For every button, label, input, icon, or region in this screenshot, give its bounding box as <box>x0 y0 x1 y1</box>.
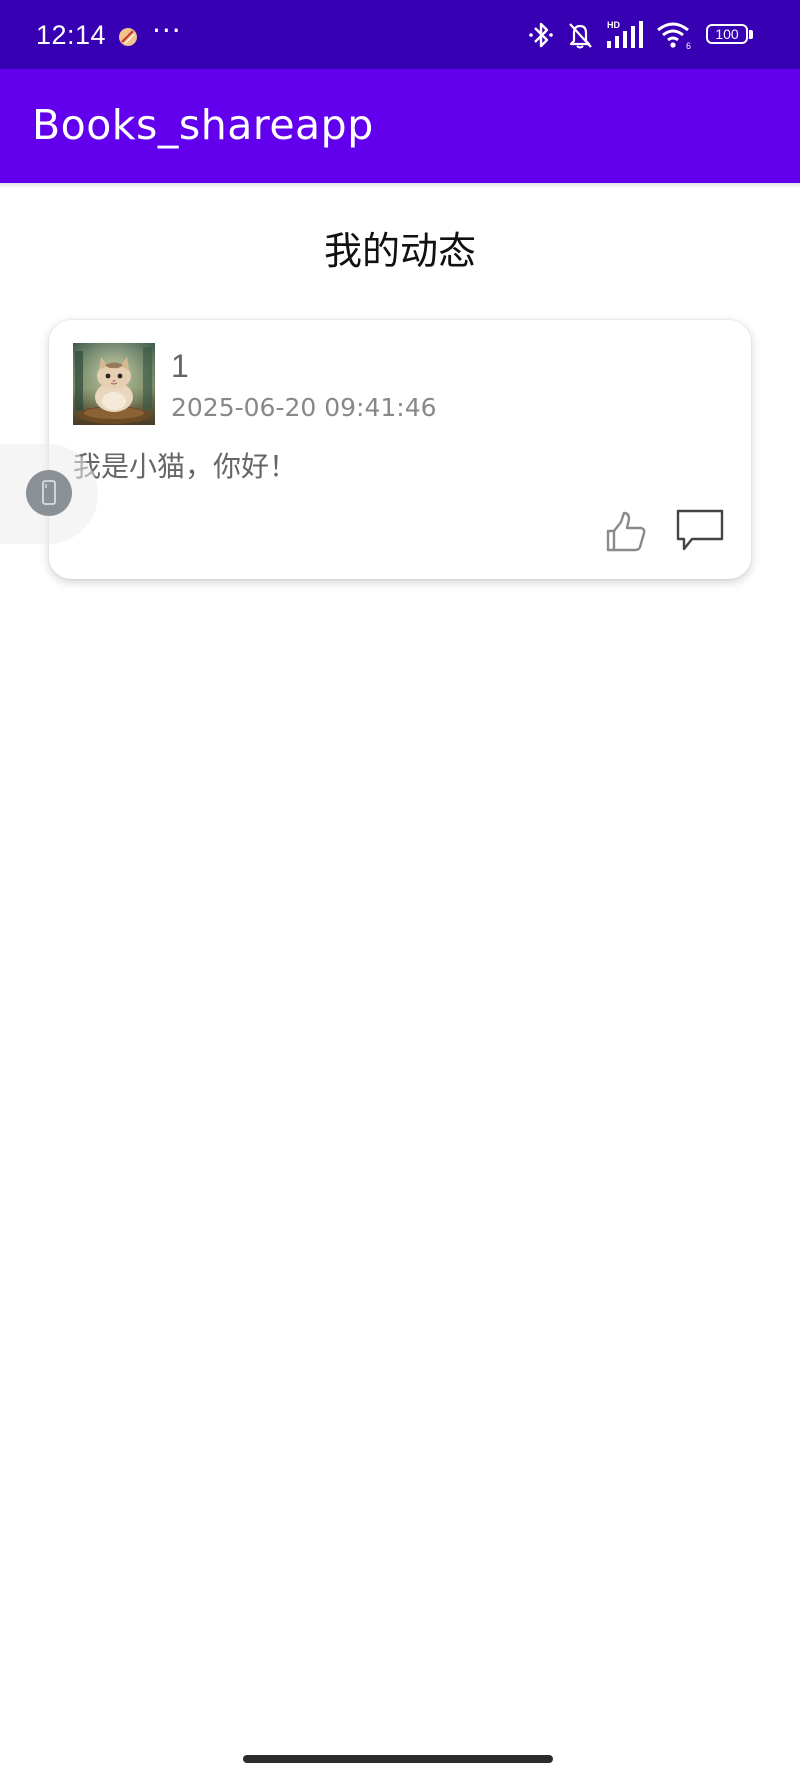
app-bar-shadow <box>0 183 800 189</box>
cat-avatar-image[interactable] <box>73 343 155 425</box>
screen: 12:14 ··· HD 6 100 Books_shareapp 我的动态 1… <box>0 0 800 1778</box>
post-content: 我是小猫，你好！ <box>73 450 298 483</box>
svg-text:HD: HD <box>607 20 620 30</box>
page-title: 我的动态 <box>323 229 476 273</box>
post-timestamp: 2025-06-20 09:41:46 <box>171 393 437 422</box>
post-card[interactable]: 1 2025-06-20 09:41:46 我是小猫，你好！ <box>49 320 751 579</box>
notification-app-icon <box>119 28 137 46</box>
comment-bubble-icon[interactable] <box>675 507 725 553</box>
status-overflow-dots: ··· <box>152 14 182 47</box>
cellular-signal-icon: HD <box>607 20 643 48</box>
post-username[interactable]: 1 <box>171 348 189 385</box>
thumbs-up-icon[interactable] <box>603 509 649 555</box>
battery-icon: 100 <box>706 24 754 46</box>
phone-icon <box>42 480 56 505</box>
mute-bell-icon <box>569 23 592 49</box>
floating-tool-button[interactable] <box>26 470 72 516</box>
wifi-icon: 6 <box>657 22 691 50</box>
battery-level-text: 100 <box>715 26 739 42</box>
status-icons: HD 6 100 <box>528 19 754 51</box>
status-bar: 12:14 ··· HD 6 100 <box>0 0 800 69</box>
home-indicator[interactable] <box>243 1755 553 1763</box>
status-time: 12:14 <box>36 20 107 50</box>
app-bar: Books_shareapp <box>0 69 800 183</box>
svg-text:6: 6 <box>686 41 691 50</box>
bluetooth-icon <box>529 22 553 48</box>
app-title: Books_shareapp <box>32 101 374 149</box>
